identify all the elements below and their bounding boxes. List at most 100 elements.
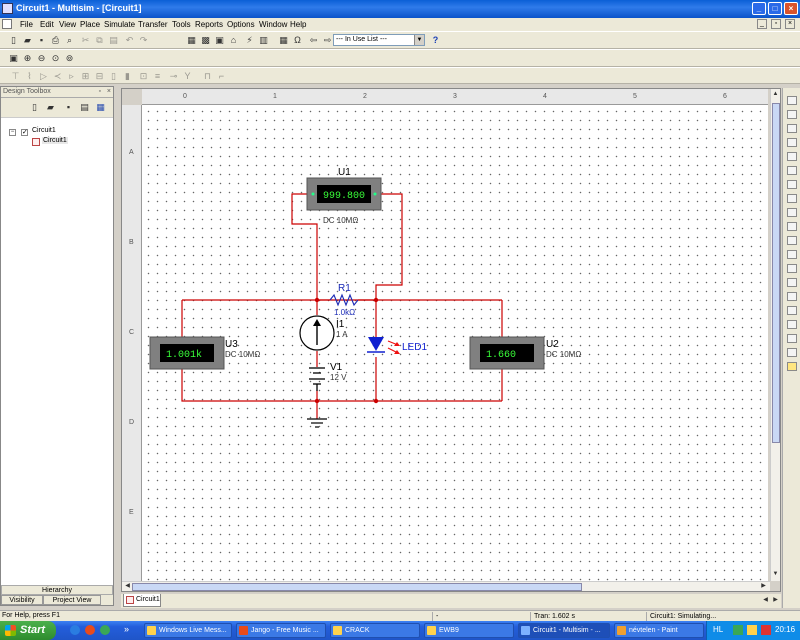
word-generator-icon[interactable] <box>787 194 797 203</box>
rename-icon[interactable]: ▤ <box>79 102 90 113</box>
distortion-analyzer-icon[interactable] <box>787 250 797 259</box>
minimize-button[interactable]: _ <box>752 2 766 15</box>
oscilloscope-icon[interactable] <box>787 138 797 147</box>
mdi-restore-button[interactable]: ▫ <box>771 19 781 29</box>
bode-plotter-icon[interactable] <box>787 166 797 175</box>
new-icon[interactable]: ▯ <box>8 35 19 46</box>
analog-component-icon[interactable]: ▹ <box>66 71 77 82</box>
horizontal-scrollbar[interactable]: ◀ ▶ <box>122 581 770 591</box>
security-tray-icon[interactable] <box>747 625 757 635</box>
v1-battery-symbol[interactable] <box>309 367 325 391</box>
function-generator-icon[interactable] <box>787 110 797 119</box>
clock[interactable]: 20:16 <box>775 625 795 634</box>
zoom-out-icon[interactable]: ⊖ <box>36 53 47 64</box>
tab-hierarchy[interactable]: Hierarchy <box>1 585 113 595</box>
wattmeter-icon[interactable] <box>787 124 797 133</box>
schematic-grid[interactable]: 999.800 1.001k 1.660 U1 DC 10MΩ U3 DC 10… <box>142 105 768 581</box>
language-indicator[interactable]: HL <box>713 625 723 634</box>
tab-project-view[interactable]: Project View <box>43 595 101 605</box>
menu-transfer[interactable]: Transfer <box>138 20 168 29</box>
menu-reports[interactable]: Reports <box>195 20 223 29</box>
u2-multimeter[interactable]: 1.660 <box>469 336 545 370</box>
mdi-close-button[interactable]: × <box>785 19 795 29</box>
tab-scroll-right-icon[interactable]: ▶ <box>771 596 780 605</box>
logic-analyzer-icon[interactable] <box>787 208 797 217</box>
menu-edit[interactable]: Edit <box>40 20 54 29</box>
component-wizard-icon[interactable]: ⌂ <box>228 35 239 46</box>
vertical-scroll-thumb[interactable] <box>772 103 780 443</box>
menu-simulate[interactable]: Simulate <box>104 20 135 29</box>
paste-icon[interactable]: ▤ <box>108 35 119 46</box>
save-icon[interactable]: ▪ <box>36 35 47 46</box>
menu-place[interactable]: Place <box>80 20 100 29</box>
menu-window[interactable]: Window <box>259 20 287 29</box>
task-multisim[interactable]: Circuit1 - Multisim - ... <box>518 623 610 638</box>
rf-component-icon[interactable]: ⊸ <box>168 71 179 82</box>
help-icon[interactable]: ? <box>430 35 441 46</box>
multimeter-icon[interactable] <box>787 96 797 105</box>
scroll-down-icon[interactable]: ▼ <box>771 570 780 579</box>
task-crack-folder[interactable]: CRACK <box>330 623 420 638</box>
mdi-minimize-button[interactable]: _ <box>757 19 767 29</box>
ie-quicklaunch-icon[interactable] <box>70 625 80 635</box>
menu-view[interactable]: View <box>59 20 76 29</box>
cut-icon[interactable]: ✂ <box>80 35 91 46</box>
menu-file[interactable]: File <box>20 20 33 29</box>
labview-instrument-icon[interactable] <box>787 348 797 357</box>
task-paint[interactable]: névtelen - Paint <box>614 623 704 638</box>
document-icon[interactable] <box>2 19 12 29</box>
open-icon[interactable]: ▰ <box>22 35 33 46</box>
open-folder-icon[interactable]: ▰ <box>45 102 56 113</box>
agilent-generator-icon[interactable] <box>787 292 797 301</box>
tab-visibility[interactable]: Visibility <box>1 595 43 605</box>
indicator-component-icon[interactable]: ⊡ <box>138 71 149 82</box>
quicklaunch-expand-icon[interactable]: » <box>124 624 129 634</box>
sheet-tab-circuit1[interactable]: Circuit1 <box>123 594 161 607</box>
grapher-icon[interactable]: ▥ <box>258 35 269 46</box>
tree-collapse-icon[interactable]: − <box>9 129 16 136</box>
diode-component-icon[interactable]: ▷ <box>38 71 49 82</box>
forward-annotate-icon[interactable]: ⇨ <box>322 35 333 46</box>
cmos-component-icon[interactable]: ⊟ <box>94 71 105 82</box>
print-preview-icon[interactable]: ⌕ <box>64 35 75 46</box>
database-icon[interactable]: ▣ <box>214 35 225 46</box>
antivirus-tray-icon[interactable] <box>761 625 771 635</box>
hierarchy-icon[interactable]: ▦ <box>186 35 197 46</box>
logic-converter-icon[interactable] <box>787 222 797 231</box>
basic-component-icon[interactable]: ⌇ <box>24 71 35 82</box>
task-jango[interactable]: Jango - Free Music ... <box>236 623 326 638</box>
scroll-right-icon[interactable]: ▶ <box>759 582 768 591</box>
tab-scroll-left-icon[interactable]: ◀ <box>761 596 770 605</box>
u1-multimeter[interactable]: 999.800 <box>306 177 382 211</box>
mixed-component-icon[interactable]: ▮ <box>122 71 133 82</box>
print-icon[interactable]: ⎙ <box>50 35 61 46</box>
start-button[interactable]: Start <box>0 621 56 640</box>
multisim-app-icon[interactable] <box>2 3 13 14</box>
agilent-multimeter-icon[interactable] <box>787 306 797 315</box>
new-sheet-icon[interactable]: ▯ <box>29 102 40 113</box>
close-button[interactable]: × <box>784 2 798 15</box>
redo-icon[interactable]: ↷ <box>138 35 149 46</box>
copy-icon[interactable]: ⧉ <box>94 35 105 46</box>
current-probe-icon[interactable] <box>787 362 797 371</box>
back-annotate-icon[interactable]: ⇦ <box>308 35 319 46</box>
misc-component-icon[interactable]: ≡ <box>152 71 163 82</box>
menu-help[interactable]: Help <box>290 20 306 29</box>
ttl-component-icon[interactable]: ⊞ <box>80 71 91 82</box>
i1-current-source-symbol[interactable] <box>299 315 335 351</box>
menu-options[interactable]: Options <box>227 20 255 29</box>
zoom-in-icon[interactable]: ⊕ <box>22 53 33 64</box>
task-ewb9-folder[interactable]: EWB9 <box>424 623 514 638</box>
hierarchical-block-icon[interactable]: ⊓ <box>202 71 213 82</box>
u3-multimeter[interactable]: 1.001k <box>149 336 225 370</box>
toggle-fullscreen-icon[interactable]: ▣ <box>8 53 19 64</box>
menu-tools[interactable]: Tools <box>172 20 191 29</box>
spreadsheet-icon[interactable]: ▩ <box>200 35 211 46</box>
network-tray-icon[interactable] <box>733 625 743 635</box>
source-component-icon[interactable]: ⊤ <box>10 71 21 82</box>
zoom-area-icon[interactable]: ⊙ <box>50 53 61 64</box>
project-icon[interactable]: ▦ <box>95 102 106 113</box>
simulate-run-icon[interactable]: ⚡ <box>244 35 255 46</box>
agilent-scope-icon[interactable] <box>787 320 797 329</box>
messenger-quicklaunch-icon[interactable] <box>100 625 110 635</box>
